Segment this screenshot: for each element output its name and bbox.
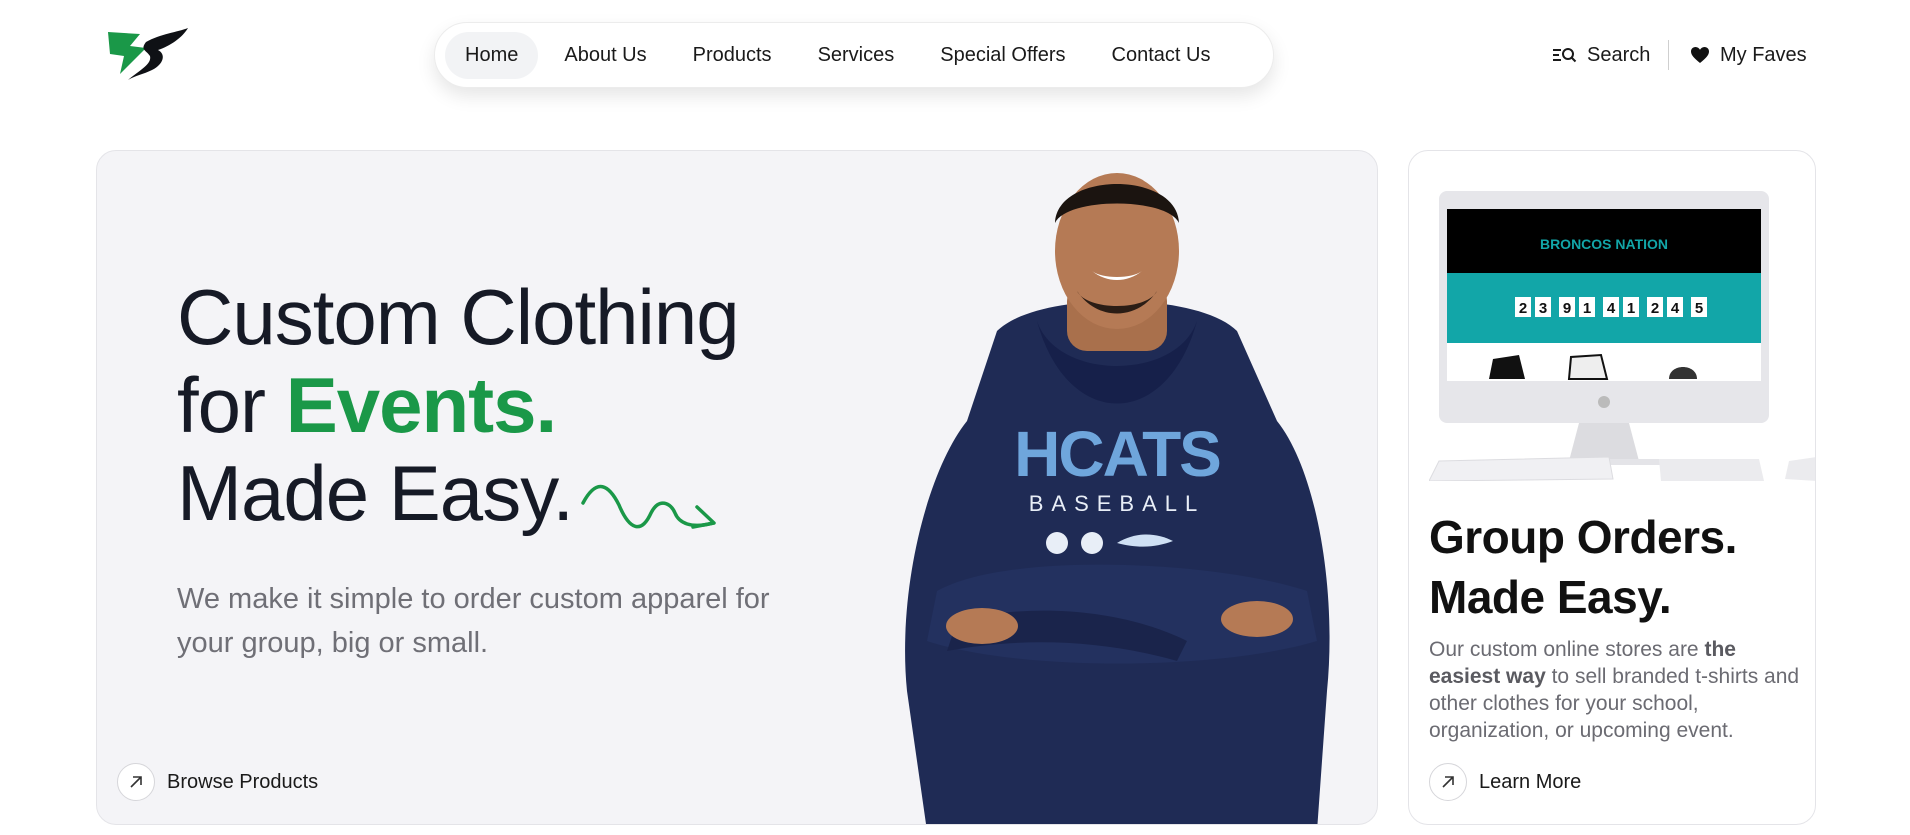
my-faves-label: My Faves [1720, 43, 1807, 66]
countdown-digit: 4 [1671, 300, 1680, 317]
online-store-mockup: BRONCOS NATION 239141245 [1429, 191, 1815, 481]
group-orders-card: BRONCOS NATION 239141245 Group Orders. M… [1408, 150, 1816, 825]
countdown-digit: 1 [1583, 300, 1591, 317]
hero-card: Custom Clothing for Events. Made Easy. W… [96, 150, 1378, 825]
nav-about-us[interactable]: About Us [544, 32, 666, 79]
arrow-up-right-icon [117, 763, 155, 801]
learn-more-link[interactable]: Learn More [1429, 763, 1581, 801]
nav-home[interactable]: Home [445, 31, 539, 79]
headline-accent: Events. [285, 361, 557, 449]
side-title-line2: Made Easy. [1429, 571, 1672, 623]
shirt-subprint: BASEBALL [1029, 491, 1206, 516]
search-label: Search [1587, 43, 1651, 66]
main-nav: Home About Us Products Services Special … [434, 22, 1274, 88]
headline-line3: Made Easy. [177, 449, 574, 537]
search-icon [1553, 48, 1577, 63]
countdown-digit: 2 [1651, 300, 1659, 317]
countdown-digit: 9 [1563, 300, 1571, 317]
my-faves-button[interactable]: My Faves [1690, 40, 1807, 70]
headline-line2-prefix: for [177, 361, 286, 449]
hero-subtext: We make it simple to order custom appare… [177, 583, 770, 659]
model-photo: HCATS BASEBALL [905, 173, 1330, 824]
side-title-line1: Group Orders. [1429, 511, 1737, 563]
nav-products[interactable]: Products [673, 32, 792, 79]
nav-special-offers[interactable]: Special Offers [920, 32, 1085, 79]
store-brand: BRONCOS NATION [1540, 236, 1668, 252]
nav-services[interactable]: Services [798, 32, 915, 79]
browse-products-link[interactable]: Browse Products [117, 763, 318, 801]
countdown-digits: 239141245 [1515, 297, 1707, 317]
nav-contact-us[interactable]: Contact Us [1092, 32, 1231, 79]
heart-icon [1691, 47, 1709, 63]
squiggle-arrow-icon [581, 484, 716, 529]
group-orders-description: Our custom online stores are the easiest… [1429, 636, 1804, 744]
arrow-up-right-icon [1429, 763, 1467, 801]
header-divider [1668, 40, 1669, 70]
shirt-print: HCATS [1014, 418, 1220, 490]
desc-part1: Our custom online stores are [1429, 638, 1705, 661]
countdown-digit: 1 [1627, 300, 1635, 317]
countdown-digit: 2 [1519, 300, 1527, 317]
learn-more-label: Learn More [1479, 770, 1582, 793]
headline-line1: Custom Clothing [177, 273, 740, 361]
group-orders-title: Group Orders. Made Easy. [1429, 507, 1737, 627]
brand-logo[interactable] [100, 24, 192, 84]
countdown-digit: 4 [1607, 300, 1616, 317]
countdown-digit: 5 [1695, 300, 1703, 317]
browse-products-label: Browse Products [167, 770, 319, 793]
countdown-digit: 3 [1539, 300, 1547, 317]
search-button[interactable]: Search [1553, 40, 1650, 70]
